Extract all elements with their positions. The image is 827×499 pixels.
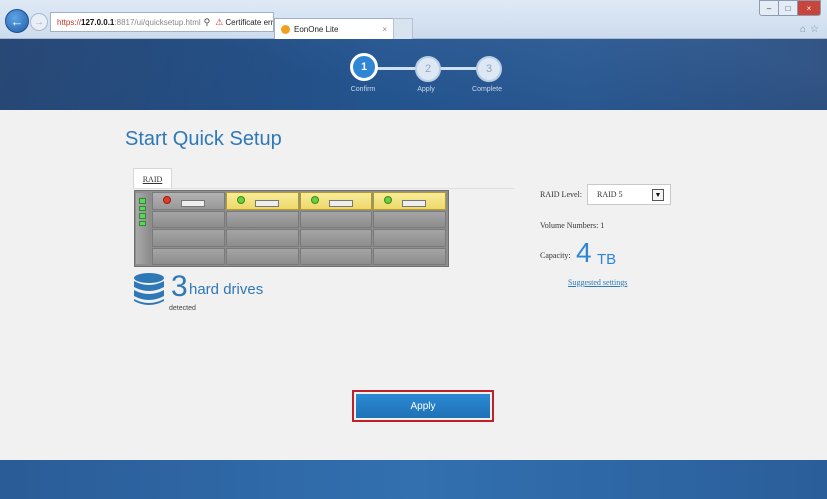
step-2-label: Apply	[417, 86, 435, 93]
drive-bay-empty[interactable]	[373, 210, 446, 228]
drive-bay-empty[interactable]	[299, 210, 373, 228]
capacity-value: 4	[576, 237, 592, 268]
capacity-label: Capacity:	[540, 251, 571, 260]
header-banner: 1 2 3 Confirm Apply Complete	[0, 39, 827, 110]
drive-bay-populated[interactable]	[373, 192, 446, 210]
url-path: :8817/ui/quicksetup.html	[114, 17, 201, 27]
drive-bay-empty[interactable]	[225, 210, 299, 228]
ok-status-icon	[310, 196, 319, 204]
close-tab-icon[interactable]: ×	[382, 25, 387, 34]
bay-latch	[402, 200, 427, 207]
step-1-indicator: 1	[350, 53, 378, 81]
home-icon[interactable]: ⌂	[800, 24, 806, 35]
drive-bay-empty[interactable]	[152, 247, 225, 265]
ok-status-icon	[384, 196, 393, 204]
tab-divider	[133, 188, 515, 189]
chassis-handle	[136, 193, 151, 264]
step-3-indicator: 3	[476, 56, 502, 82]
main-content: Start Quick Setup RAID 3 hard drives det…	[0, 110, 827, 460]
drive-bay-empty[interactable]	[373, 229, 446, 247]
tab-raid[interactable]: RAID	[133, 168, 172, 189]
url-host: 127.0.0.1	[81, 17, 115, 27]
tab-label: EonOne Lite	[294, 24, 339, 34]
drive-bay-populated[interactable]	[299, 192, 373, 210]
status-led	[139, 213, 146, 219]
maximize-button[interactable]: □	[779, 0, 798, 16]
drive-bay-empty[interactable]	[225, 229, 299, 247]
window-controls: – □ ×	[759, 0, 821, 16]
browser-toolbar-icons: ⌂ ☆	[800, 24, 819, 35]
step-2-indicator: 2	[415, 56, 441, 82]
setup-stepper: 1 2 3 Confirm Apply Complete	[0, 39, 827, 110]
drive-bay[interactable]	[152, 192, 225, 210]
tab-favicon-icon	[281, 24, 290, 34]
status-led-strip	[139, 198, 146, 226]
search-icon[interactable]: ⚲	[204, 17, 211, 28]
raid-level-label: RAID Level:	[540, 190, 582, 199]
star-icon[interactable]: ☆	[810, 24, 819, 35]
browser-chrome: ← → https:// 127.0.0.1 :8817/ui/quickset…	[0, 0, 827, 39]
drive-bay-grid	[152, 192, 446, 265]
volume-numbers: Volume Numbers: 1	[540, 221, 605, 230]
ok-status-icon	[236, 196, 245, 204]
bay-latch	[328, 200, 353, 207]
drive-bay-empty[interactable]	[225, 247, 299, 265]
step-3-label: Complete	[472, 86, 502, 93]
step-1-label: Confirm	[350, 86, 376, 93]
browser-tab-eonone[interactable]: EonOne Lite ×	[274, 18, 394, 39]
database-icon	[134, 273, 164, 305]
bay-latch	[254, 200, 279, 207]
back-arrow-icon[interactable]: ←	[5, 9, 29, 33]
page-title: Start Quick Setup	[125, 128, 282, 150]
status-led	[139, 198, 146, 204]
bay-latch	[181, 200, 205, 207]
address-bar[interactable]: https:// 127.0.0.1 :8817/ui/quicksetup.h…	[50, 12, 274, 32]
new-tab-button[interactable]	[393, 18, 413, 39]
drive-count: 3	[171, 270, 188, 303]
drive-count-label: hard drives	[189, 281, 264, 298]
error-status-icon	[163, 196, 171, 204]
drive-bay-empty[interactable]	[152, 229, 225, 247]
step-connector	[436, 67, 478, 70]
raid-level-value: RAID 5	[597, 190, 623, 199]
drive-bay-empty[interactable]	[299, 229, 373, 247]
minimize-button[interactable]: –	[759, 0, 779, 16]
apply-button-highlight: Apply	[352, 390, 494, 422]
drive-bay-populated[interactable]	[225, 192, 299, 210]
step-connector	[375, 67, 417, 70]
suggested-settings-link[interactable]: Suggested settings	[568, 278, 627, 287]
close-window-button[interactable]: ×	[798, 0, 821, 16]
chevron-down-icon[interactable]: ▼	[652, 188, 664, 201]
status-led	[139, 205, 146, 211]
drive-bay-empty[interactable]	[299, 247, 373, 265]
drive-bay-empty[interactable]	[152, 210, 225, 228]
apply-button[interactable]: Apply	[356, 394, 490, 418]
certificate-error-label[interactable]: Certificate error	[225, 18, 273, 27]
drive-bay-empty[interactable]	[373, 247, 446, 265]
drive-chassis	[134, 190, 449, 267]
footer-bar	[0, 460, 827, 499]
status-led	[139, 220, 146, 226]
raid-level-select[interactable]: RAID 5 ▼	[587, 184, 671, 205]
capacity-unit: TB	[597, 251, 617, 268]
url-scheme: https://	[57, 17, 82, 27]
certificate-error-icon[interactable]: ⚠	[215, 17, 223, 28]
forward-arrow-icon[interactable]: →	[30, 13, 48, 31]
drive-detected-label: detected	[169, 305, 196, 312]
